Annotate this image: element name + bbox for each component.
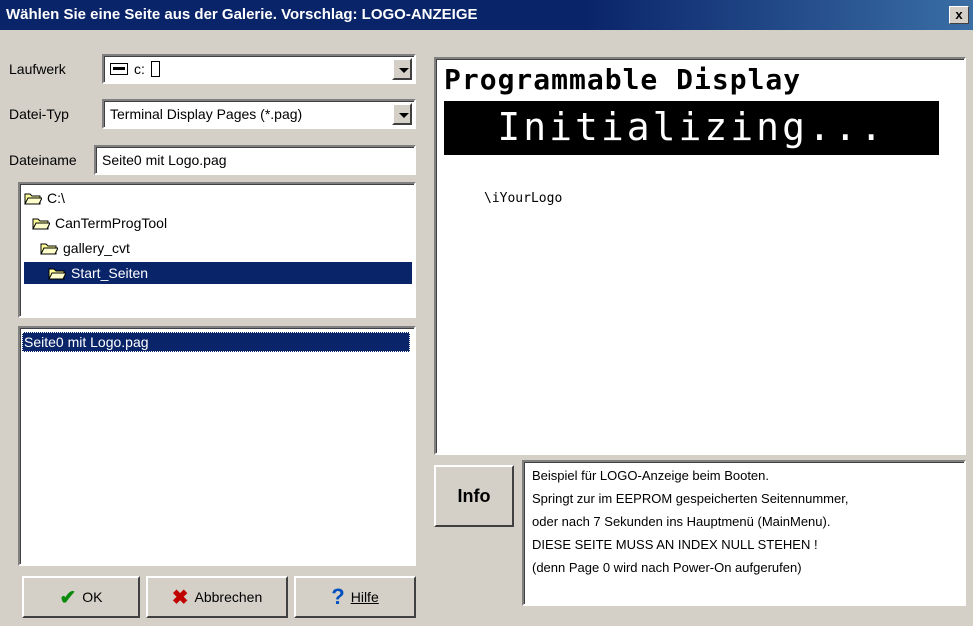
tree-item-start-seiten[interactable]: Start_Seiten (24, 262, 412, 284)
drive-select[interactable]: c: (102, 54, 416, 84)
preview-line-1: Programmable Display (444, 63, 802, 96)
folder-open-icon (40, 242, 58, 255)
file-list[interactable]: Seite0 mit Logo.pag (18, 326, 416, 566)
tree-item-label: C:\ (47, 190, 65, 206)
tree-item-label: gallery_cvt (63, 240, 130, 256)
window-title: Wählen Sie eine Seite aus der Galerie. V… (6, 6, 478, 23)
close-button[interactable]: x (949, 6, 969, 24)
info-line: Springt zur im EEPROM gespeicherten Seit… (532, 491, 849, 506)
ok-button[interactable]: ✔ OK (22, 576, 140, 618)
tree-item-root[interactable]: C:\ (24, 187, 65, 209)
filename-field[interactable]: Seite0 mit Logo.pag (94, 145, 416, 175)
drive-label: Laufwerk (9, 61, 66, 77)
info-button[interactable]: Info (434, 465, 514, 527)
tree-item-label: CanTermProgTool (55, 215, 168, 231)
checkmark-icon: ✔ (59, 586, 77, 609)
ok-label: OK (82, 589, 103, 605)
filetype-value: Terminal Display Pages (*.pag) (110, 106, 303, 122)
cross-icon: ✖ (171, 586, 189, 609)
preview-logo-placeholder: \iYourLogo (484, 191, 563, 206)
help-button[interactable]: ? Hilfe (294, 576, 416, 618)
directory-tree[interactable]: C:\ CanTermProgTool gallery_cvt Start_Se… (18, 182, 416, 318)
tree-item-gallery-cvt[interactable]: gallery_cvt (40, 237, 130, 259)
filename-value: Seite0 mit Logo.pag (102, 152, 227, 168)
chevron-down-icon[interactable] (392, 103, 412, 125)
text-cursor (150, 61, 160, 77)
question-icon: ? (331, 584, 345, 609)
tree-item-cantermprogtool[interactable]: CanTermProgTool (32, 212, 167, 234)
info-text: Beispiel für LOGO-Anzeige beim Booten. S… (522, 460, 966, 606)
title-bar: Wählen Sie eine Seite aus der Galerie. V… (0, 0, 973, 30)
preview-line-2: Initializing... (444, 101, 939, 155)
chevron-down-icon[interactable] (392, 58, 412, 80)
info-line: DIESE SEITE MUSS AN INDEX NULL STEHEN ! (532, 537, 818, 552)
close-icon: x (955, 7, 963, 22)
filetype-select[interactable]: Terminal Display Pages (*.pag) (102, 99, 416, 129)
drive-icon (110, 63, 128, 75)
tree-item-label: Start_Seiten (71, 265, 149, 281)
info-line: oder nach 7 Sekunden ins Hauptmenü (Main… (532, 514, 831, 529)
list-item[interactable]: Seite0 mit Logo.pag (22, 332, 410, 352)
cancel-button[interactable]: ✖ Abbrechen (146, 576, 288, 618)
folder-open-icon (48, 267, 66, 280)
folder-open-icon (32, 217, 50, 230)
page-preview: Programmable Display Initializing... \iY… (434, 57, 966, 455)
info-line: (denn Page 0 wird nach Power-On aufgeruf… (532, 560, 802, 575)
filetype-label: Datei-Typ (9, 106, 69, 122)
info-line: Beispiel für LOGO-Anzeige beim Booten. (532, 468, 770, 483)
drive-value: c: (134, 61, 145, 77)
cancel-label: Abbrechen (194, 589, 263, 605)
help-label: Hilfe (350, 589, 379, 605)
filename-label: Dateiname (9, 152, 77, 168)
folder-open-icon (24, 192, 42, 205)
